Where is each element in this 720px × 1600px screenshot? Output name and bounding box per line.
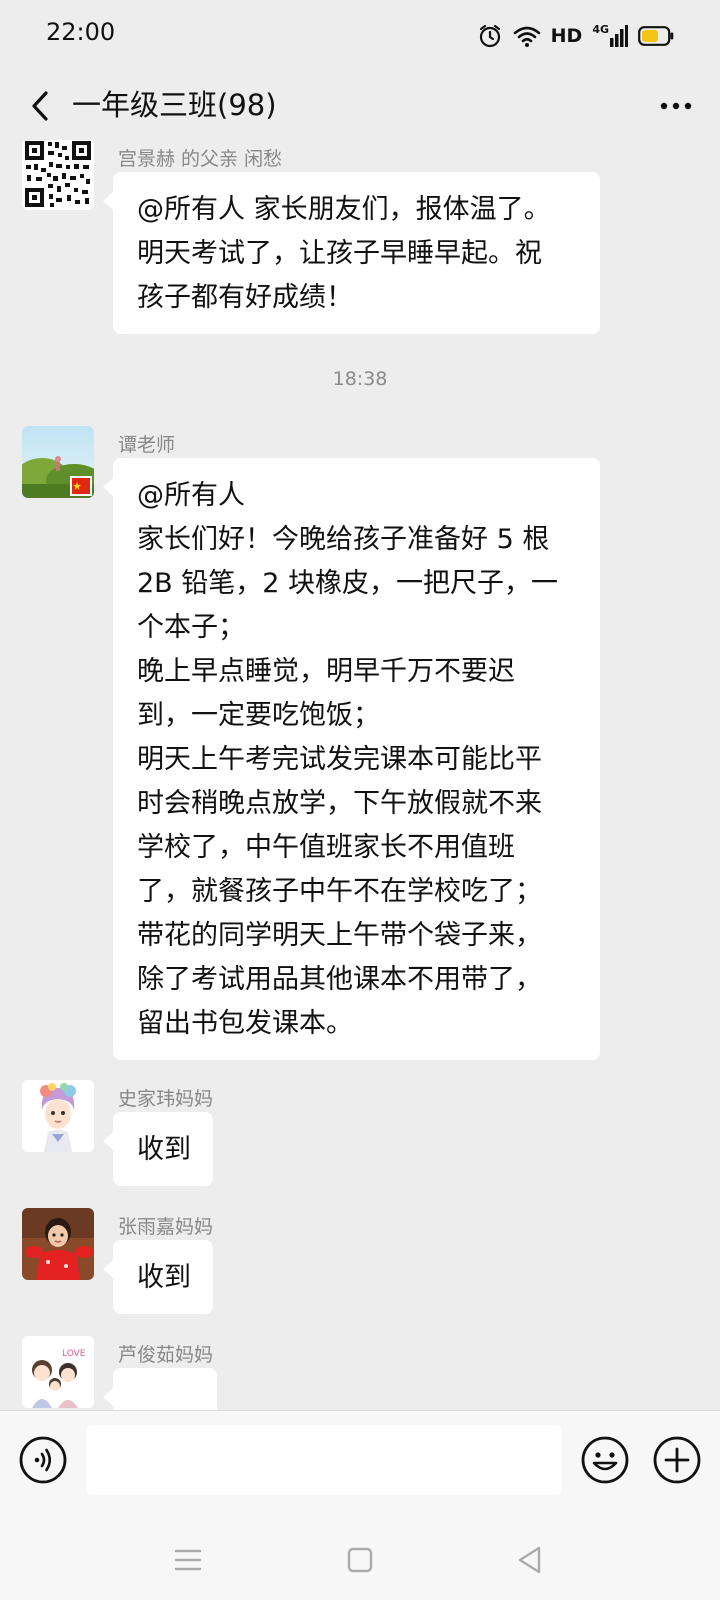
message-line: 明天上午考完试发完课本可能比平 [137,744,542,775]
message-line: 留出书包发课本。 [137,1008,353,1039]
message-line: 孩子都有好成绩！ [137,282,353,313]
emoji-button[interactable] [580,1435,630,1485]
chat-message-list[interactable]: 宫景赫 的父亲 闲愁 @所有人 家长朋友们，报体温了。 明天考试了，让孩子早睡早… [0,140,720,1410]
message-line: 带花的同学明天上午带个袋子来， [137,920,542,951]
message-line: 晚上早点睡觉，明早千万不要迟 [137,656,515,687]
voice-icon [19,1436,67,1484]
home-square-icon [347,1547,373,1573]
message-line: 时会稍晚点放学，下午放假就不来 [137,788,542,819]
message-line: 除了考试用品其他课本不用带了， [137,964,542,995]
chat-timestamp: 18:38 [332,368,388,390]
message-line: 收到 [137,1262,191,1293]
battery-icon [638,25,674,47]
message-bubble[interactable]: 收到 [103,1112,213,1186]
message-line: @所有人 家长朋友们，报体温了。 [137,194,551,225]
voice-button[interactable] [18,1435,68,1485]
ellipsis-icon [660,102,692,110]
network-label: 4G [592,23,609,36]
chat-title: 一年级三班(98) [72,88,277,122]
more-button[interactable] [652,84,700,128]
emoji-icon [581,1436,629,1484]
sender-name: 谭老师 [118,434,176,456]
back-nav-button[interactable] [510,1540,550,1580]
menu-icon [174,1549,202,1571]
more-features-button[interactable] [652,1435,702,1485]
signal-icon [610,24,628,48]
signal-indicator: 4G [592,24,628,48]
home-button[interactable] [340,1540,380,1580]
qr-code-avatar[interactable] [22,140,94,210]
wifi-icon [513,24,541,48]
cartoon-girl-avatar[interactable] [22,1080,94,1152]
back-triangle-icon [518,1546,541,1574]
child-photo-avatar[interactable] [22,1208,94,1280]
chat-header: 一年级三班(98) [0,72,720,140]
status-icons: HD 4G [477,20,674,52]
message-line: 明天考试了，让孩子早睡早起。祝 [137,238,542,269]
back-button[interactable] [20,84,64,128]
sender-name: 宫景赫 的父亲 闲愁 [118,148,283,170]
chevron-left-icon [32,91,48,121]
message-bubble[interactable]: @所有人 家长朋友们，报体温了。 明天考试了，让孩子早睡早起。祝 孩子都有好成绩… [103,172,600,334]
message-input[interactable] [86,1425,562,1495]
menu-button[interactable] [168,1540,208,1580]
message-line: 学校了，中午值班家长不用值班 [137,832,515,863]
svg-text:LOVE: LOVE [62,1349,86,1359]
plus-circle-icon [653,1436,701,1484]
sender-name: 张雨嘉妈妈 [118,1216,214,1238]
status-time: 22:00 [46,18,116,46]
message-line: 收到 [137,1134,191,1165]
message-line: 了，就餐孩子中午不在学校吃了； [137,876,542,907]
alarm-icon [477,23,503,49]
message-line: 家长们好！今晚给孩子准备好 5 根 [137,524,550,555]
sender-name: 史家玮妈妈 [118,1088,214,1110]
message-line: 个本子； [137,612,245,643]
message-line: @所有人 [137,480,245,511]
landscape-photo-avatar[interactable] [22,426,94,498]
system-nav-bar [0,1520,720,1600]
cartoon-family-avatar[interactable]: LOVE [22,1336,94,1408]
status-bar: 22:00 HD 4G [0,0,720,72]
message-line: 到，一定要吃饱饭； [137,700,380,731]
input-bar [0,1410,720,1521]
message-bubble[interactable]: @所有人 家长们好！今晚给孩子准备好 5 根 2B 铅笔，2 块橡皮，一把尺子，… [103,458,600,1060]
message-line: 2B 铅笔，2 块橡皮，一把尺子，一 [137,568,559,599]
sender-name: 芦俊茹妈妈 [118,1344,214,1366]
message-bubble[interactable]: 收到 [103,1240,213,1314]
message-bubble[interactable] [103,1368,217,1410]
hd-label: HD [550,25,583,47]
